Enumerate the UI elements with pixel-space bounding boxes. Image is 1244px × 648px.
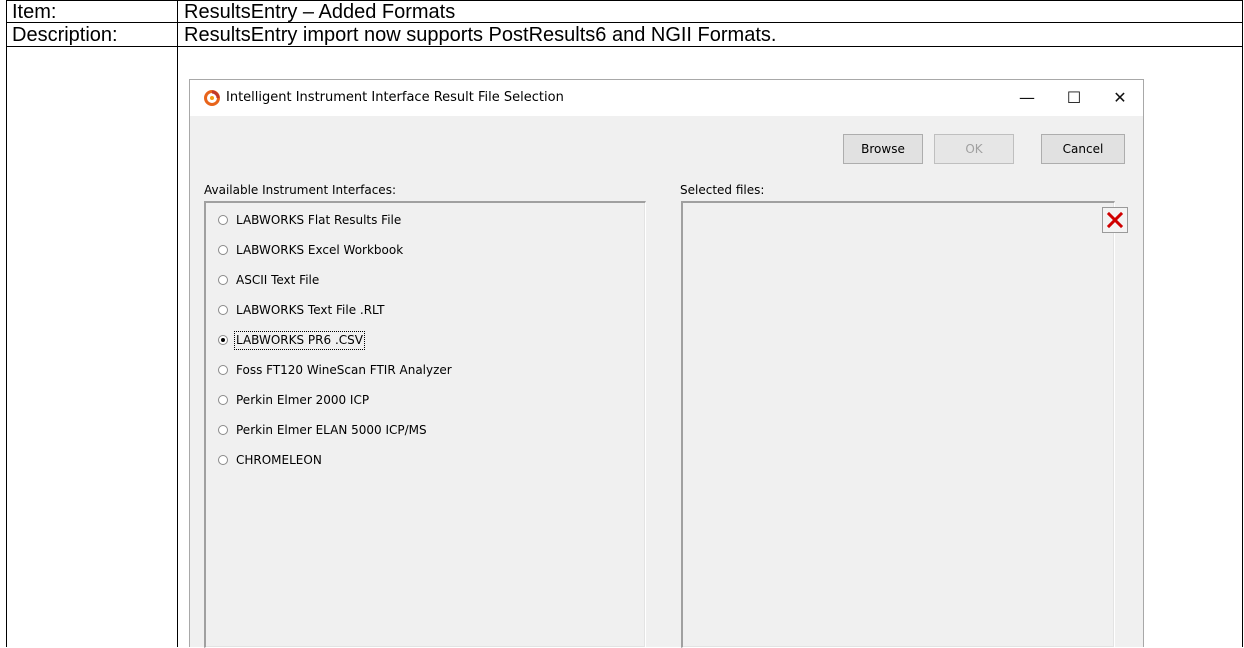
available-interfaces-panel: LABWORKS Flat Results File LABWORKS Excel… [204,201,646,648]
description-label: Description: [12,24,118,46]
cancel-button[interactable]: Cancel [1041,134,1125,164]
dialog-titlebar[interactable]: Intelligent Instrument Interface Result … [190,80,1143,116]
interface-option-label: Foss FT120 WineScan FTIR Analyzer [236,363,452,377]
table-border-left [6,0,7,647]
result-file-selection-dialog: Intelligent Instrument Interface Result … [189,79,1144,648]
item-value: ResultsEntry – Added Formats [184,1,456,23]
interface-option-label: Perkin Elmer ELAN 5000 ICP/MS [236,423,427,437]
radio-unchecked-icon[interactable] [218,455,228,465]
interface-option-label: ASCII Text File [236,273,320,287]
table-border-right [1242,0,1243,647]
description-value: ResultsEntry import now supports PostRes… [184,24,777,46]
radio-unchecked-icon[interactable] [218,305,228,315]
remove-file-button[interactable] [1102,207,1128,233]
available-interfaces-label: Available Instrument Interfaces: [204,183,396,197]
interface-option-label: LABWORKS Excel Workbook [236,243,404,257]
interface-option-label: LABWORKS PR6 .CSV [234,331,365,350]
ok-button[interactable]: OK [934,134,1014,164]
radio-unchecked-icon[interactable] [218,275,228,285]
radio-unchecked-icon[interactable] [218,245,228,255]
item-label: Item: [12,1,57,23]
minimize-button[interactable]: — [1004,80,1050,116]
radio-checked-icon[interactable] [218,335,228,345]
table-row-divider [6,46,1243,47]
interface-option-label: Perkin Elmer 2000 ICP [236,393,370,407]
dialog-title: Intelligent Instrument Interface Result … [226,90,564,105]
red-x-delete-icon [1106,211,1124,229]
table-column-divider [177,0,178,647]
interface-option-label: CHROMELEON [236,453,322,467]
selected-files-list[interactable] [681,201,1115,648]
radio-unchecked-icon[interactable] [218,215,228,225]
selected-files-label: Selected files: [680,183,765,197]
app-logo-icon [204,90,220,106]
radio-unchecked-icon[interactable] [218,395,228,405]
interface-option-label: LABWORKS Flat Results File [236,213,402,227]
radio-unchecked-icon[interactable] [218,365,228,375]
radio-unchecked-icon[interactable] [218,425,228,435]
maximize-button[interactable]: ☐ [1051,80,1097,116]
browse-button[interactable]: Browse [843,134,923,164]
close-button[interactable]: ✕ [1097,80,1143,116]
interface-option-label: LABWORKS Text File .RLT [236,303,385,317]
